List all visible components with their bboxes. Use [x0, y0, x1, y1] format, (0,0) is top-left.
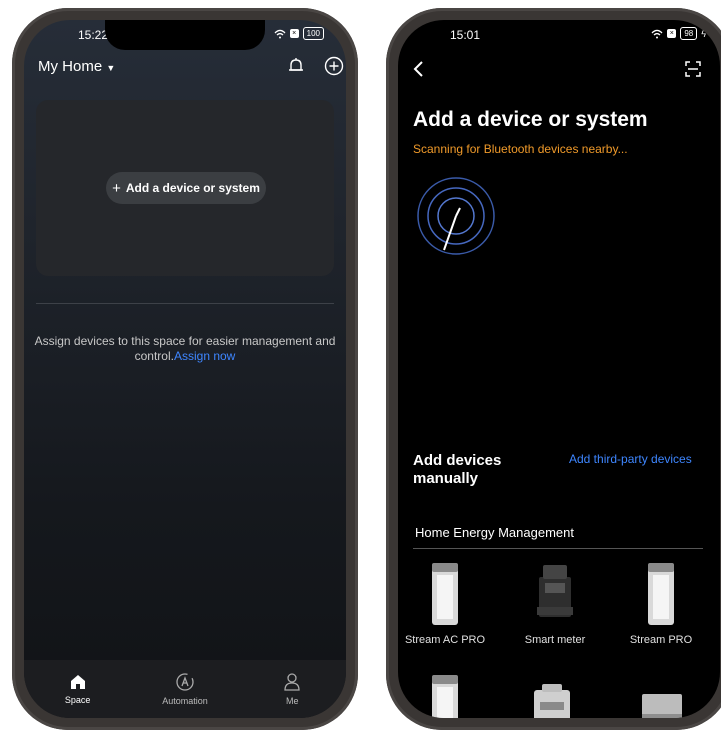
status-time: 15:22 — [78, 28, 109, 42]
status-time: 15:01 — [450, 28, 481, 42]
device-battery-image — [432, 675, 458, 718]
wifi-icon — [274, 29, 286, 38]
automation-icon — [176, 673, 194, 691]
bell-icon[interactable] — [286, 56, 306, 76]
tab-space-label: Space — [64, 695, 91, 705]
status-icons: × 98 ϟ — [651, 27, 706, 40]
left-phone-frame: 15:22 × 100 My Home ▼ + Add a device or … — [12, 8, 358, 730]
page-title: Add a device or system — [413, 108, 648, 131]
bluetooth-radar-icon — [417, 177, 495, 255]
smart-meter-image — [537, 565, 573, 617]
tab-automation[interactable]: Automation — [140, 672, 230, 706]
stream-ac-pro-image — [432, 563, 458, 625]
section-title: Home Energy Management — [415, 525, 574, 540]
notch — [105, 20, 265, 50]
stream-pro-image — [648, 563, 674, 625]
right-phone-screen: 15:01 × 98 ϟ Add a device or system Scan… — [398, 20, 720, 718]
device-label: Stream PRO — [629, 634, 693, 646]
scanning-status: Scanning for Bluetooth devices nearby... — [413, 142, 628, 156]
device-smart-meter[interactable]: Smart meter — [510, 563, 600, 648]
device-stream-pro[interactable]: Stream PRO — [616, 563, 706, 648]
tab-me[interactable]: Me — [247, 672, 337, 706]
add-device-label: Add a device or system — [125, 181, 260, 195]
assign-now-link[interactable]: Assign now — [174, 349, 235, 363]
add-manually-heading: Add devices manually — [413, 452, 502, 487]
sim-icon: × — [289, 29, 299, 38]
bottom-tab-bar: Space Automation Me — [24, 660, 346, 718]
divider — [36, 303, 334, 304]
device-power-station-image — [534, 684, 570, 718]
charging-icon: ϟ — [701, 28, 706, 39]
right-phone-frame: 15:01 × 98 ϟ Add a device or system Scan… — [386, 8, 721, 730]
tab-space[interactable]: Space — [33, 673, 123, 705]
device-label: Smart meter — [524, 634, 586, 646]
add-third-party-link[interactable]: Add third-party devices — [569, 452, 692, 466]
section-divider — [413, 548, 703, 549]
user-icon — [284, 673, 300, 691]
device-panel-image — [642, 694, 682, 718]
back-arrow-icon[interactable] — [412, 60, 426, 78]
empty-space-card: + Add a device or system — [36, 100, 334, 276]
home-icon — [70, 675, 85, 689]
scan-qr-icon[interactable] — [684, 60, 702, 78]
left-phone-screen: 15:22 × 100 My Home ▼ + Add a device or … — [24, 20, 346, 718]
wifi-icon — [651, 29, 663, 38]
battery-indicator: 100 — [302, 27, 324, 40]
add-device-button[interactable]: + Add a device or system — [106, 172, 266, 204]
device-stream-ac-pro[interactable]: Stream AC PRO — [400, 563, 490, 648]
home-title: My Home — [38, 58, 103, 75]
caret-down-icon: ▼ — [106, 63, 116, 73]
add-circle-icon[interactable] — [324, 56, 344, 76]
home-selector[interactable]: My Home ▼ — [38, 58, 115, 75]
sim-icon: × — [667, 29, 677, 38]
device-label: Stream AC PRO — [404, 634, 486, 646]
notch — [479, 20, 639, 50]
tab-automation-label: Automation — [162, 696, 208, 706]
tab-me-label: Me — [286, 696, 299, 706]
assign-message: Assign devices to this space for easier … — [32, 334, 338, 364]
plus-icon: + — [112, 179, 121, 197]
battery-indicator: 98 — [680, 27, 698, 40]
status-icons: × 100 — [274, 27, 324, 40]
